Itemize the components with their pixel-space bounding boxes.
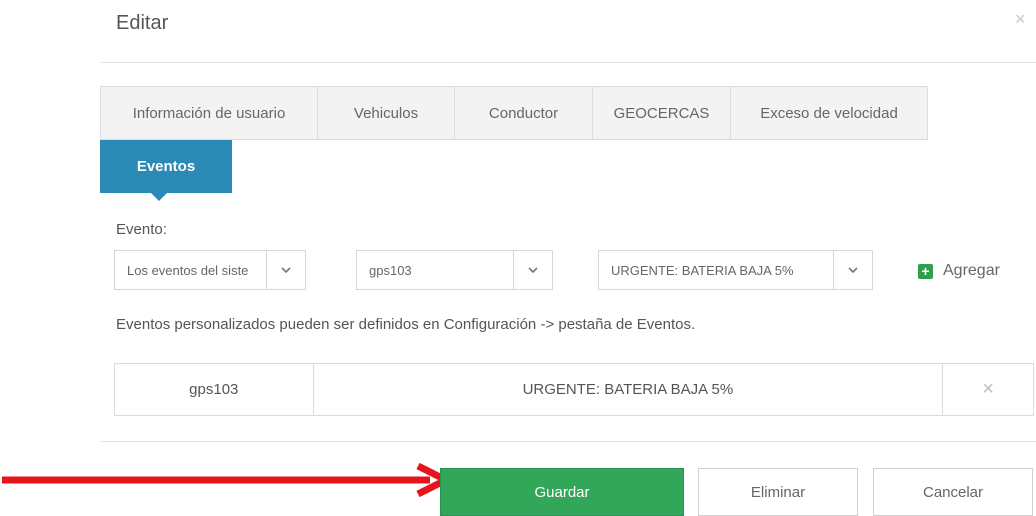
modal-title: Editar [116, 12, 169, 34]
chevron-down-icon [266, 251, 305, 289]
add-event-label: Agregar [943, 262, 1000, 279]
device-value: gps103 [369, 262, 412, 278]
annotation-arrow [2, 462, 454, 498]
tab-vehiculos[interactable]: Vehiculos [317, 86, 454, 140]
close-icon[interactable]: × [1015, 8, 1026, 30]
event-source-select[interactable]: Los eventos del siste [114, 250, 306, 290]
active-tab-caret [151, 193, 167, 201]
tab-eventos[interactable]: Eventos [100, 140, 232, 193]
chevron-down-icon [833, 251, 872, 289]
footer-divider [100, 441, 1036, 442]
tab-informacion-de-usuario[interactable]: Información de usuario [100, 86, 317, 140]
cancel-button[interactable]: Cancelar [873, 468, 1033, 516]
event-source-value: Los eventos del siste [127, 262, 249, 278]
tab-exceso-de-velocidad[interactable]: Exceso de velocidad [730, 86, 928, 140]
table-cell-device: gps103 [115, 364, 314, 415]
help-text: Eventos personalizados pueden ser defini… [116, 316, 696, 333]
delete-button[interactable]: Eliminar [698, 468, 858, 516]
plus-square-icon: + [918, 263, 933, 279]
events-table: gps103 URGENTE: BATERIA BAJA 5% × [114, 363, 1034, 416]
tab-geocercas[interactable]: GEOCERCAS [592, 86, 730, 140]
save-button[interactable]: Guardar [440, 468, 684, 516]
header-divider [100, 62, 1036, 63]
event-type-value: URGENTE: BATERIA BAJA 5% [611, 262, 794, 278]
device-select[interactable]: gps103 [356, 250, 553, 290]
event-type-select[interactable]: URGENTE: BATERIA BAJA 5% [598, 250, 873, 290]
add-event-button[interactable]: + Agregar [918, 258, 1000, 284]
event-label: Evento: [116, 221, 167, 238]
tab-conductor[interactable]: Conductor [454, 86, 592, 140]
table-cell-event: URGENTE: BATERIA BAJA 5% [314, 364, 944, 415]
remove-row-icon[interactable]: × [943, 364, 1033, 415]
chevron-down-icon [513, 251, 552, 289]
